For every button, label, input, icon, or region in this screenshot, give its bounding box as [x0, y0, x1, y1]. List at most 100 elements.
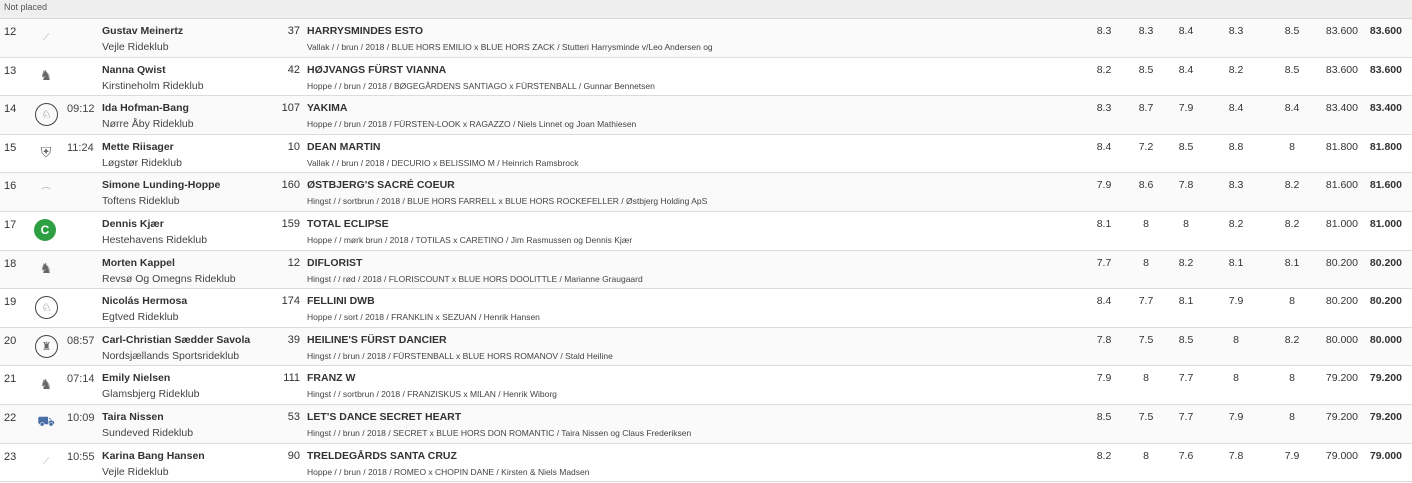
rider-name[interactable]: Simone Lunding-Hoppe: [102, 179, 220, 191]
horse-name[interactable]: LET'S DANCE SECRET HEART: [307, 411, 461, 423]
rider-name[interactable]: Morten Kappel: [102, 257, 175, 269]
judge-score: 7.7: [1178, 372, 1194, 385]
judge-score: 8: [1233, 333, 1239, 346]
start-time: 09:12: [67, 103, 95, 116]
horse-name[interactable]: DIFLORIST: [307, 257, 362, 269]
judge-score: 8.1: [1284, 256, 1300, 269]
percentage: 80.000: [1325, 333, 1358, 346]
judge-score: 8.4: [1228, 102, 1244, 115]
start-time: 10:55: [67, 450, 95, 463]
judge-score: 8.3: [1138, 25, 1154, 37]
result-row[interactable]: 16 ⌒ Simone Lunding-Hoppe Toftens Ridekl…: [0, 173, 1412, 212]
judge-score: 8.3: [1228, 179, 1244, 192]
percentage: 79.200: [1325, 372, 1358, 385]
judge-score: 7.9: [1228, 295, 1244, 308]
club-name: Kirstineholm Rideklub: [102, 79, 204, 92]
horse-info: Hoppe / / brun / 2018 / BØGEGÅRDENS SANT…: [307, 80, 655, 91]
judge-score: 7.5: [1138, 333, 1154, 346]
club-logo-icon: ⛟: [37, 413, 55, 430]
horse-info: Hingst / / sortbrun / 2018 / FRANZISKUS …: [307, 389, 557, 400]
judge-score: 8: [1183, 217, 1189, 230]
horse-name[interactable]: FELLINI DWB: [307, 295, 375, 307]
horse-name[interactable]: ØSTBJERG'S SACRÉ COEUR: [307, 179, 455, 191]
horse-name[interactable]: TRELDEGÅRDS SANTA CRUZ: [307, 450, 457, 462]
rider-name[interactable]: Gustav Meinertz: [102, 25, 183, 37]
judge-score: 7.9: [1096, 179, 1112, 192]
result-row[interactable]: 12 ⟋ Gustav Meinertz Vejle Rideklub 37 H…: [0, 19, 1412, 58]
judge-score: 8.3: [1096, 25, 1112, 37]
horse-name[interactable]: DEAN MARTIN: [307, 141, 381, 153]
result-row[interactable]: 14 ♘ 09:12 Ida Hofman-Bang Nørre Åby Rid…: [0, 96, 1412, 135]
final-score: 79.200: [1369, 410, 1402, 423]
club-logo-icon: ♜: [35, 334, 58, 358]
judge-score: 7.2: [1138, 140, 1154, 153]
rank: 19: [4, 296, 17, 309]
judge-score: 8.3: [1096, 102, 1112, 115]
horse-name[interactable]: FRANZ W: [307, 372, 355, 384]
percentage: 83.600: [1325, 63, 1358, 76]
club-logo-icon: ♞: [39, 67, 53, 84]
result-row[interactable]: 13 ♞ Nanna Qwist Kirstineholm Rideklub 4…: [0, 57, 1412, 97]
horse-name[interactable]: YAKIMA: [307, 102, 347, 114]
final-score: 80.200: [1369, 295, 1402, 308]
start-time: 08:57: [67, 334, 95, 347]
rider-name[interactable]: Ida Hofman-Bang: [102, 102, 189, 114]
result-row[interactable]: 19 ♘ Nicolás Hermosa Egtved Rideklub 174…: [0, 289, 1412, 328]
horse-info: Hingst / / rød / 2018 / FLORISCOUNT x BL…: [307, 273, 643, 284]
start-time: 10:09: [67, 411, 95, 424]
judge-score: 8.5: [1284, 25, 1300, 37]
horse-info: Vallak / / brun / 2018 / DECURIO x BELIS…: [307, 157, 579, 168]
rank: 17: [4, 218, 17, 231]
rider-name[interactable]: Taira Nissen: [102, 411, 164, 423]
judge-score: 8.4: [1284, 102, 1300, 115]
result-row[interactable]: 20 ♜ 08:57 Carl-Christian Sædder Savola …: [0, 327, 1412, 367]
rider-name[interactable]: Nanna Qwist: [102, 64, 166, 76]
final-score: 83.600: [1369, 25, 1402, 37]
horse-number: 111: [283, 372, 300, 385]
judge-score: 8: [1289, 410, 1295, 423]
judge-score: 7.8: [1228, 449, 1244, 462]
judge-score: 7.7: [1138, 295, 1154, 308]
result-row[interactable]: 21 ♞ 07:14 Emily Nielsen Glamsbjerg Ride…: [0, 366, 1412, 405]
result-row[interactable]: 22 ⛟ 10:09 Taira Nissen Sundeved Rideklu…: [0, 404, 1412, 444]
rider-name[interactable]: Karina Bang Hansen: [102, 450, 205, 462]
judge-score: 8.2: [1178, 256, 1194, 269]
horse-name[interactable]: TOTAL ECLIPSE: [307, 218, 389, 230]
judge-score: 7.7: [1178, 410, 1194, 423]
rider-name[interactable]: Carl-Christian Sædder Savola: [102, 334, 250, 346]
horse-name[interactable]: HEILINE'S FÜRST DANCIER: [307, 334, 447, 346]
horse-name[interactable]: HØJVANGS FÜRST VIANNA: [307, 64, 446, 76]
horse-info: Hoppe / / brun / 2018 / FÜRSTEN-LOOK x R…: [307, 119, 637, 130]
horse-number: 42: [287, 63, 300, 76]
start-time: 07:14: [67, 373, 95, 386]
club-logo-icon: ⌒: [41, 186, 51, 197]
rider-name[interactable]: Nicolás Hermosa: [102, 295, 187, 307]
horse-info: Hingst / / brun / 2018 / FÜRSTENBALL x B…: [307, 350, 613, 361]
judge-score: 8: [1233, 372, 1239, 385]
rider-name[interactable]: Dennis Kjær: [102, 218, 164, 230]
club-name: Sundeved Rideklub: [102, 426, 194, 439]
percentage: 81.600: [1325, 179, 1358, 192]
judge-score: 8.8: [1228, 140, 1244, 153]
horse-number: 12: [287, 256, 300, 269]
rider-name[interactable]: Emily Nielsen: [102, 372, 170, 384]
final-score: 81.800: [1369, 140, 1402, 153]
horse-name[interactable]: HARRYSMINDES ESTO: [307, 25, 423, 37]
rank: 14: [4, 103, 17, 116]
judge-score: 8: [1289, 295, 1295, 308]
judge-score: 8.2: [1284, 179, 1300, 192]
judge-score: 8.5: [1284, 63, 1300, 76]
horse-number: 159: [281, 217, 300, 230]
result-row[interactable]: 23 ⟋ 10:55 Karina Bang Hansen Vejle Ride…: [0, 443, 1412, 483]
result-row[interactable]: 17 C Dennis Kjær Hestehavens Rideklub 15…: [0, 211, 1412, 251]
club-name: Løgstør Rideklub: [102, 156, 182, 169]
judge-score: 8: [1143, 217, 1149, 230]
rider-name[interactable]: Mette Riisager: [102, 141, 174, 153]
rank: 20: [4, 334, 17, 347]
result-row[interactable]: 15 ⛨ 11:24 Mette Riisager Løgstør Ridekl…: [0, 134, 1412, 174]
rank: 12: [4, 26, 17, 38]
result-row[interactable]: 18 ♞ Morten Kappel Revsø Og Omegns Ridek…: [0, 250, 1412, 290]
judge-score: 8.4: [1096, 140, 1112, 153]
club-logo-icon: ⟋: [42, 456, 50, 467]
start-time: 11:24: [67, 141, 94, 154]
